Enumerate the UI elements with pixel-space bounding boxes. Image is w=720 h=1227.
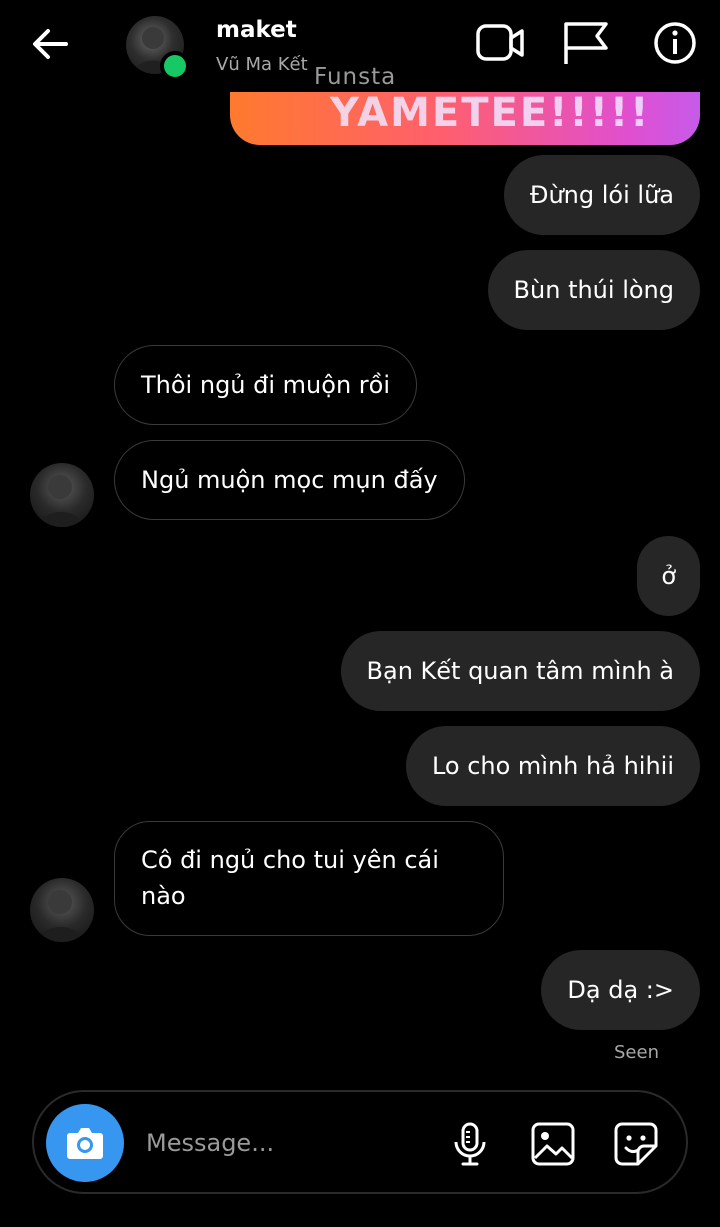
message-bubble-incoming[interactable]: Ngủ muộn mọc mụn đấy <box>114 440 465 520</box>
message-bubble-outgoing[interactable]: Dạ dạ :> <box>541 950 700 1030</box>
seen-status: Seen <box>614 1042 659 1063</box>
sticker-icon[interactable] <box>612 1120 660 1168</box>
camera-button[interactable] <box>46 1104 124 1182</box>
message-bubble-incoming[interactable]: Thôi ngủ đi muộn rồi <box>114 345 417 425</box>
gallery-icon[interactable] <box>529 1120 577 1168</box>
message-bubble-outgoing[interactable]: Bạn Kết quan tâm mình à <box>340 631 700 711</box>
arrow-left-icon[interactable] <box>28 22 72 66</box>
online-status-indicator <box>160 51 190 81</box>
message-bubble-outgoing[interactable]: Bùn thúi lòng <box>487 250 700 330</box>
message-input[interactable] <box>144 1122 428 1164</box>
video-call-icon[interactable] <box>475 20 525 66</box>
contact-subtitle: Vũ Ma Kết <box>216 54 308 75</box>
message-bubble-outgoing[interactable]: Đừng lói lữa <box>503 155 700 235</box>
message-bubble-outgoing[interactable]: ở <box>637 536 700 616</box>
contact-name[interactable]: maket <box>216 17 297 43</box>
flag-icon[interactable] <box>560 20 610 66</box>
camera-icon <box>67 1128 103 1159</box>
message-bubble-incoming[interactable]: Cô đi ngủ cho tui yên cái nào <box>114 821 504 936</box>
image-message-caption: YAMETEE!!!!! <box>330 90 651 136</box>
watermark-text: Funsta <box>314 64 397 90</box>
microphone-icon[interactable] <box>446 1120 494 1168</box>
message-composer <box>32 1090 688 1194</box>
avatar[interactable] <box>30 463 94 527</box>
message-bubble-outgoing[interactable]: Lo cho mình hả hihii <box>405 726 700 806</box>
info-icon[interactable] <box>650 20 700 66</box>
avatar[interactable] <box>30 878 94 942</box>
